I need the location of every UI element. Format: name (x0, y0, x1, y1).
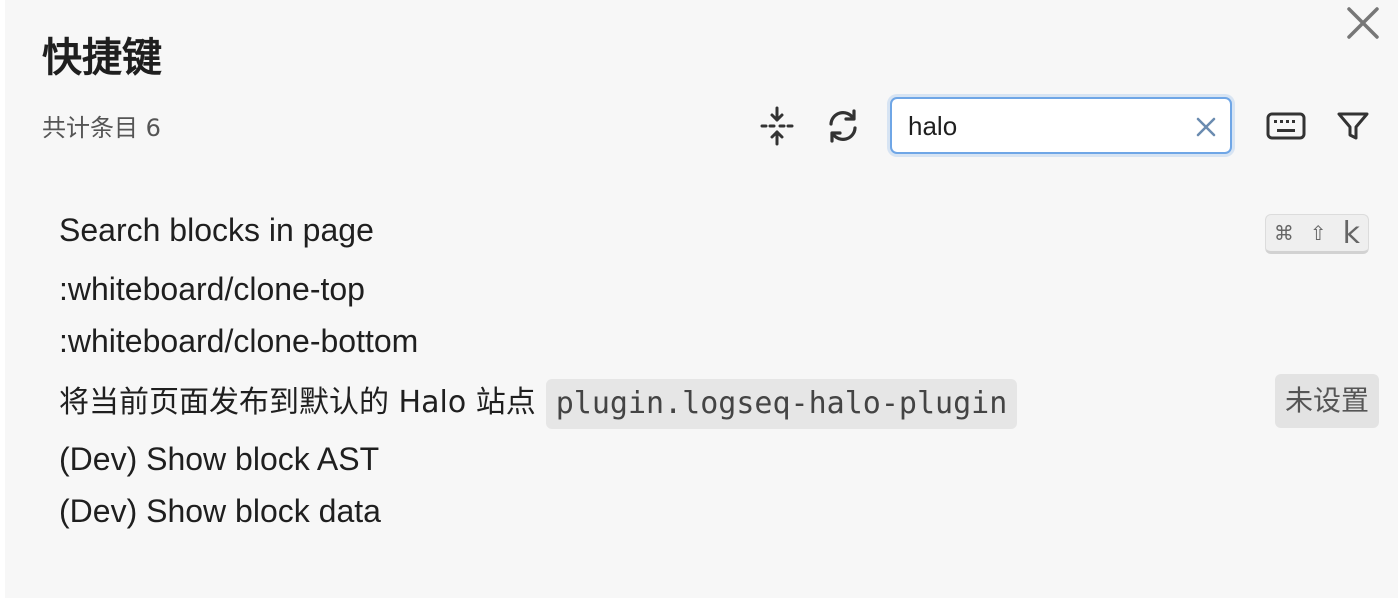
collapse-icon (760, 106, 794, 146)
clear-search-button[interactable] (1192, 113, 1220, 141)
search-field (890, 97, 1232, 154)
k-key: k (1342, 215, 1360, 251)
plugin-tag: plugin.logseq-halo-plugin (545, 378, 1018, 429)
shortcut-label: Search blocks in page (59, 212, 374, 248)
shortcut-row[interactable]: :whiteboard/clone-bottom (59, 315, 1369, 367)
search-input[interactable] (908, 109, 1178, 143)
command-key: ⌘ (1273, 221, 1294, 245)
clear-icon (1196, 117, 1216, 137)
shortcut-label-group: 将当前页面发布到默认的 Halo 站点 plugin.logseq-halo-pl… (59, 374, 1018, 430)
shortcut-label: :whiteboard/clone-bottom (59, 323, 419, 359)
shortcut-row[interactable]: (Dev) Show block AST (59, 433, 1369, 485)
shortcut-label: (Dev) Show block data (59, 493, 381, 529)
filter-button[interactable] (1331, 104, 1375, 148)
keyboard-button[interactable] (1264, 104, 1308, 148)
shortcut-keys[interactable]: ⌘ ⇧ k (1264, 214, 1369, 254)
close-button[interactable] (1342, 2, 1384, 44)
shortcut-row[interactable]: Search blocks in page ⌘ ⇧ k (59, 204, 1369, 256)
filter-icon (1337, 112, 1369, 140)
shortcuts-dialog: 快捷键 共计条目 6 halo Search blocks in page ⌘ … (5, 0, 1398, 598)
collapse-button[interactable] (755, 104, 799, 148)
shortcut-row[interactable]: 将当前页面发布到默认的 Halo 站点 plugin.logseq-halo-pl… (59, 374, 1379, 430)
close-icon (1347, 7, 1379, 39)
dialog-title: 快捷键 (42, 35, 162, 81)
unset-status-badge[interactable]: 未设置 (1274, 374, 1379, 428)
shortcut-label: 将当前页面发布到默认的 Halo 站点 (59, 385, 536, 420)
shortcut-label: :whiteboard/clone-top (59, 271, 365, 307)
shortcut-label: (Dev) Show block AST (59, 441, 380, 477)
shortcut-row[interactable]: (Dev) Show block data (59, 485, 1369, 537)
keyboard-icon (1266, 112, 1306, 140)
shift-key: ⇧ (1309, 221, 1327, 245)
refresh-button[interactable] (821, 104, 865, 148)
item-count: 共计条目 6 (42, 114, 161, 142)
shortcut-row[interactable]: :whiteboard/clone-top (59, 263, 1369, 315)
refresh-icon (829, 109, 857, 143)
